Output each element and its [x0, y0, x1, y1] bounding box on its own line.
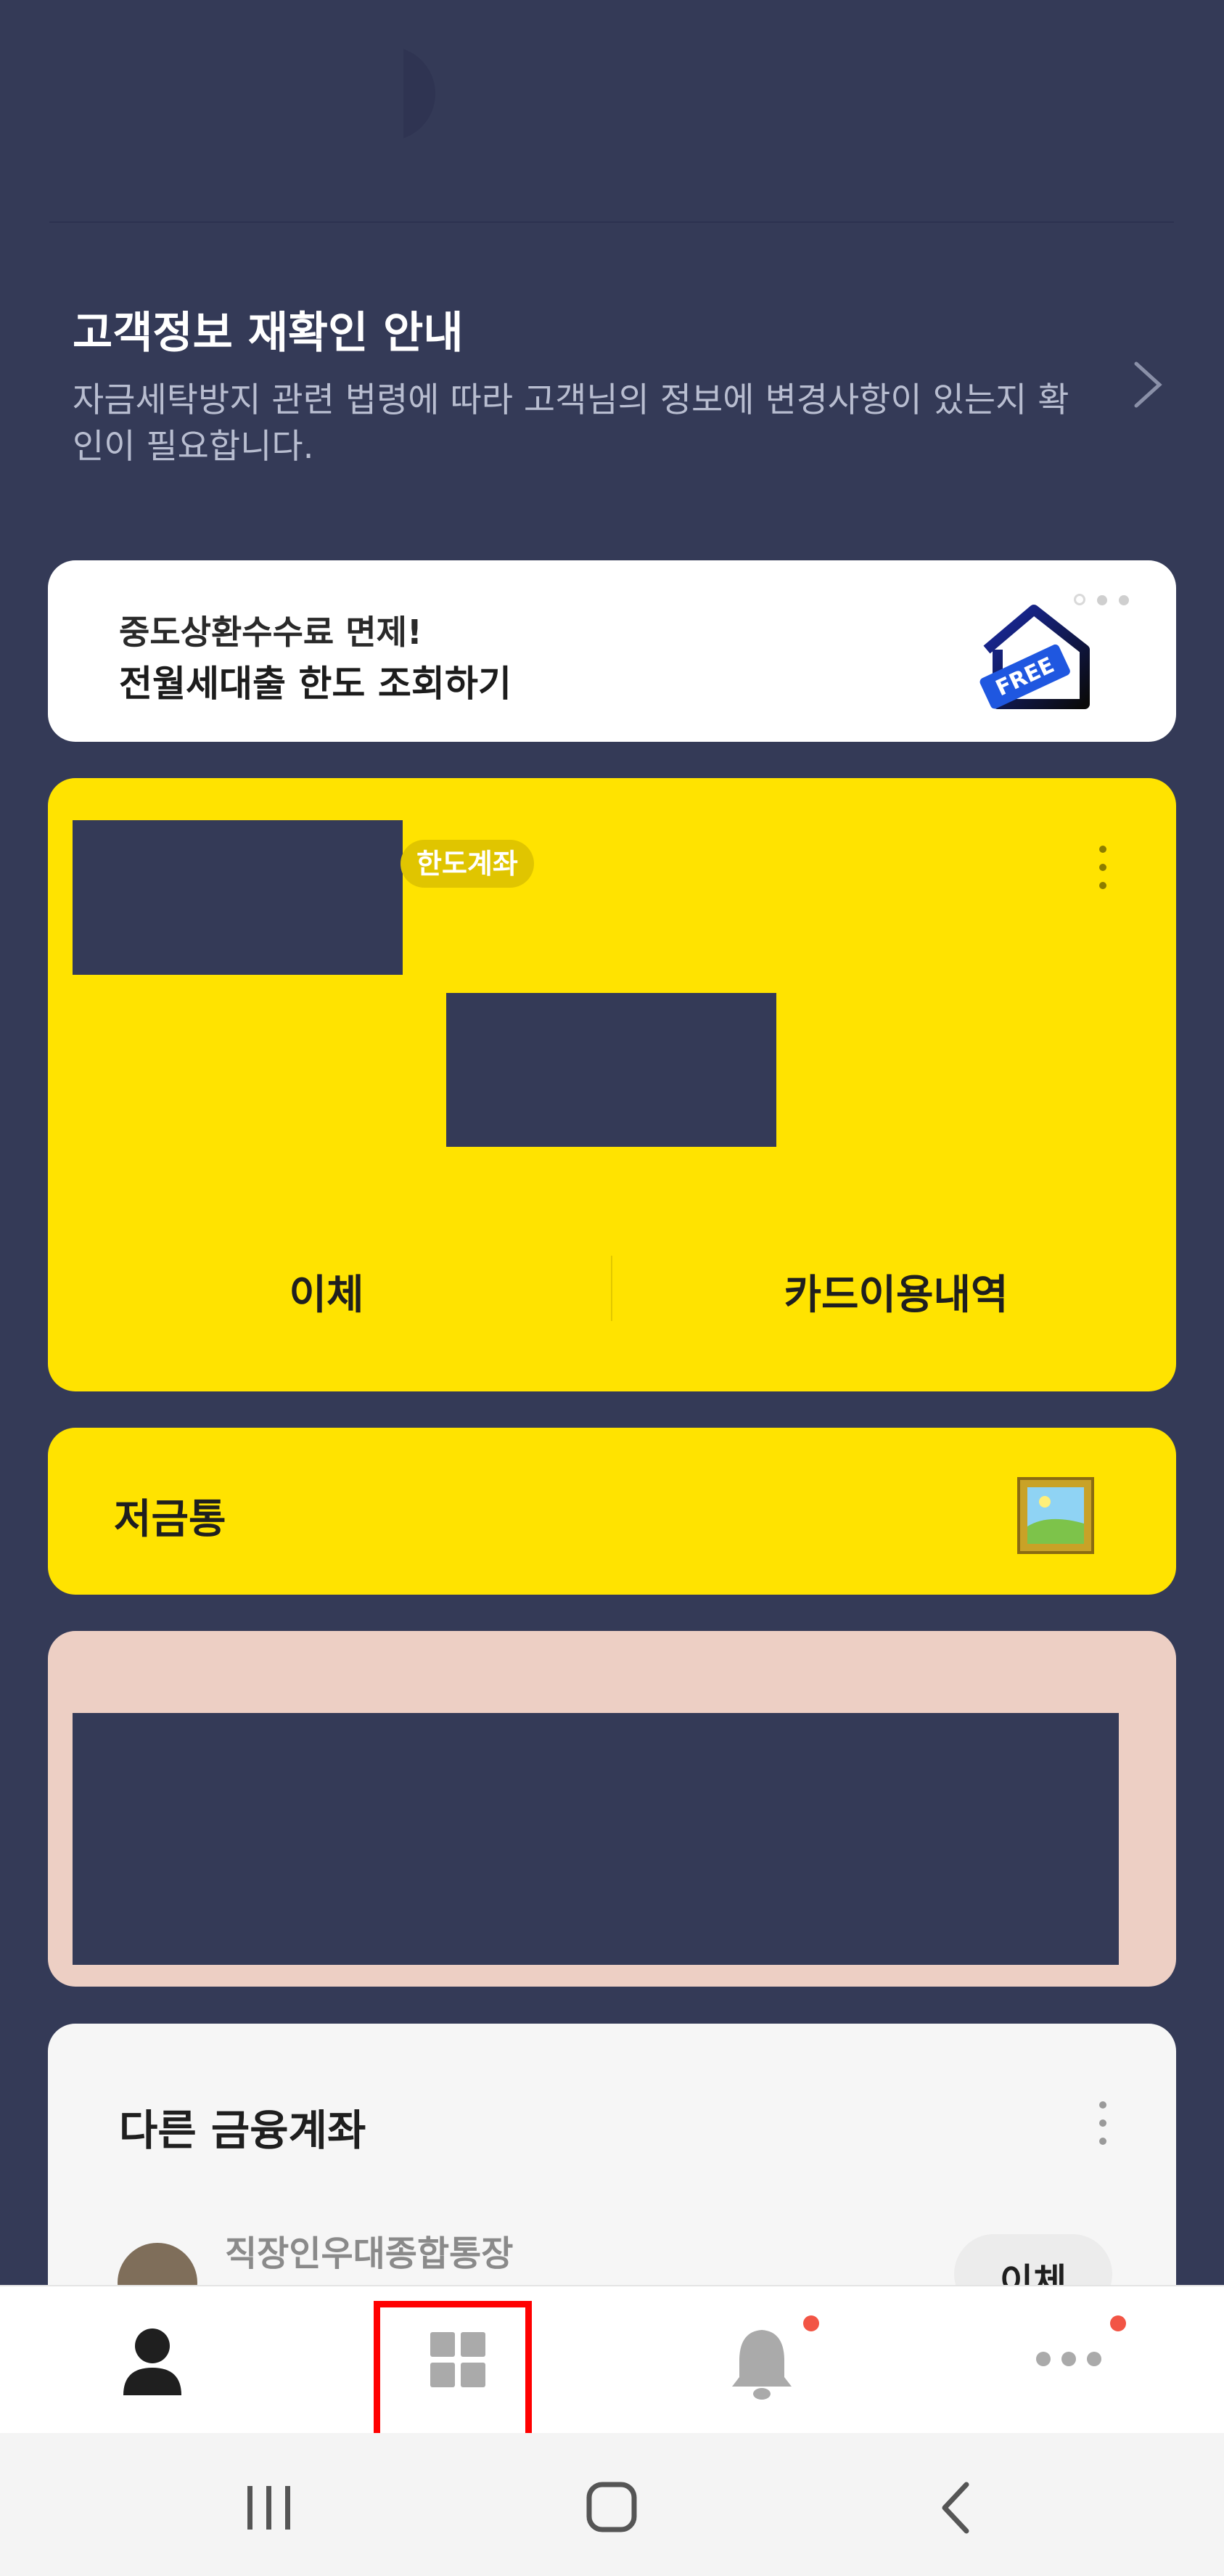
- bell-notification-dot: [803, 2315, 819, 2331]
- banner-subtitle: 중도상환수수료 면제!: [119, 613, 422, 652]
- banner-title: 전월세대출 한도 조회하기: [119, 663, 512, 705]
- kebab-menu-icon[interactable]: [1096, 842, 1110, 893]
- pager-dot: [1119, 595, 1129, 605]
- home-icon[interactable]: [572, 2479, 652, 2537]
- header-divider: [49, 221, 1174, 223]
- button-divider: [611, 1256, 612, 1321]
- other-account-name[interactable]: 직장인우대종합통장: [225, 2225, 513, 2276]
- other-accounts-title: 다른 금융계좌: [119, 2106, 366, 2155]
- limit-account-badge: 한도계좌: [401, 840, 534, 888]
- chevron-right-icon[interactable]: [1132, 359, 1164, 410]
- account-name-redaction: [73, 820, 403, 975]
- piggy-bank-label: 저금통: [114, 1496, 226, 1543]
- balance-redaction: [446, 993, 776, 1147]
- card-history-button[interactable]: 카드이용내역: [620, 1262, 1172, 1320]
- recents-icon[interactable]: [229, 2479, 309, 2537]
- savings-content-redaction: [73, 1713, 1119, 1965]
- header-redaction: [70, 44, 403, 152]
- notice-description[interactable]: 자금세탁방지 관련 법령에 따라 고객님의 정보에 변경사항이 있는지 확인이 …: [73, 377, 1088, 470]
- transfer-button[interactable]: 이체: [51, 1262, 602, 1320]
- bell-icon[interactable]: [715, 2315, 809, 2410]
- person-icon[interactable]: [105, 2315, 200, 2410]
- notice-title[interactable]: 고객정보 재확인 안내: [73, 298, 464, 361]
- back-icon[interactable]: [916, 2479, 995, 2537]
- more-icon[interactable]: [1023, 2315, 1117, 2410]
- highlight-box: [374, 2301, 532, 2443]
- framed-picture-icon: [1017, 1477, 1094, 1554]
- free-house-icon: FREE: [979, 605, 1090, 709]
- kebab-menu-icon[interactable]: [1096, 2098, 1110, 2148]
- more-notification-dot: [1110, 2315, 1126, 2331]
